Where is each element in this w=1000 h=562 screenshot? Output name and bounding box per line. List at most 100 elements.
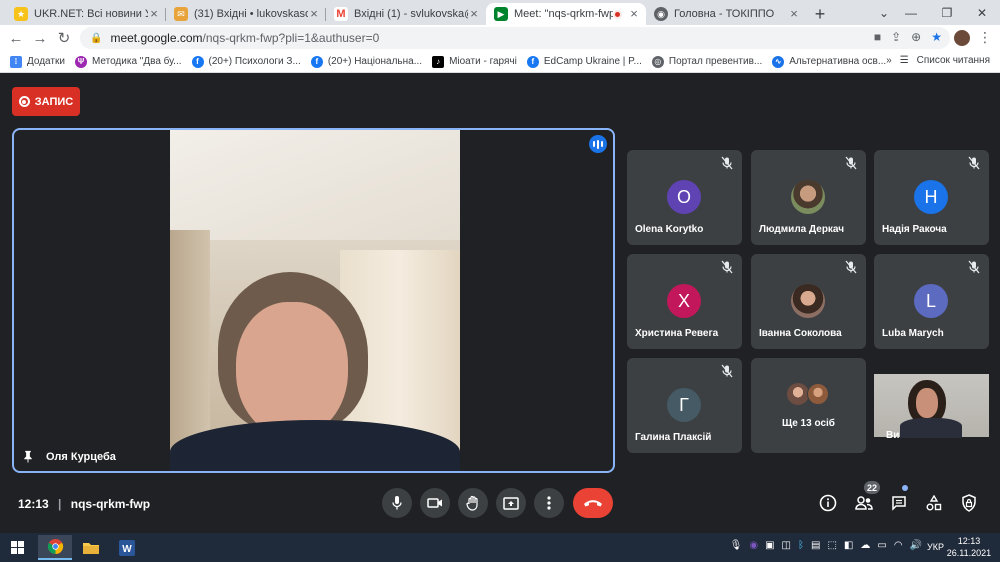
- participant-tile[interactable]: Г Галина Плаксій: [627, 358, 742, 453]
- bookmark-label: (20+) Психологи З...: [208, 56, 301, 67]
- participant-name: Христина Ревега: [635, 328, 719, 339]
- bookmark-alternative[interactable]: ∿ Альтернативна осв...: [772, 55, 886, 68]
- word-icon: W: [119, 539, 135, 556]
- more-options-button[interactable]: [534, 488, 564, 518]
- bookmark-star-icon[interactable]: ★: [931, 30, 942, 44]
- more-bookmarks-icon[interactable]: »: [886, 55, 892, 66]
- bookmark-portal[interactable]: ◎ Портал превентив...: [651, 55, 762, 68]
- app-tray-icon[interactable]: ▣: [765, 540, 774, 551]
- back-button[interactable]: ←: [4, 26, 28, 50]
- chat-icon: [892, 496, 906, 511]
- participant-tile[interactable]: O Olena Korytko: [627, 150, 742, 245]
- tab-gmail[interactable]: M Вхідні (1) - svlukovska@gmail ×: [326, 3, 486, 25]
- taskbar-clock[interactable]: 12:13 26.11.2021: [944, 535, 994, 559]
- host-controls-button[interactable]: [958, 492, 980, 514]
- mic-button[interactable]: [382, 488, 412, 518]
- bookmark-national[interactable]: f (20+) Національна...: [310, 55, 422, 68]
- meet-view: ЗАПИС Оля Курцеба O Olena Korytko Людмил…: [0, 73, 1000, 533]
- battery-icon[interactable]: ▭: [877, 540, 886, 551]
- tab-title: Головна - ТОКІППО: [674, 8, 775, 20]
- bookmark-metodyka[interactable]: Ψ Методика "Два бу...: [74, 55, 182, 68]
- new-tab-button[interactable]: +: [806, 3, 834, 25]
- record-button[interactable]: ЗАПИС: [12, 87, 80, 116]
- share-icon[interactable]: ⇪: [891, 30, 901, 44]
- language-indicator[interactable]: УКР: [927, 542, 944, 552]
- mic-off-icon: [968, 260, 980, 274]
- more-vert-icon: [547, 496, 551, 510]
- more-participants-tile[interactable]: Ще 13 осіб: [751, 358, 866, 453]
- self-video: [874, 374, 989, 438]
- main-speaker-tile[interactable]: Оля Курцеба: [12, 128, 615, 473]
- reading-list-label[interactable]: Список читання: [917, 55, 990, 66]
- bookmark-psychologists[interactable]: f (20+) Психологи З...: [191, 55, 301, 68]
- participant-tile[interactable]: X Христина Ревега: [627, 254, 742, 349]
- tab-ukrnet[interactable]: ★ UKR.NET: Всі новини України ×: [6, 3, 166, 25]
- app-tray-icon[interactable]: ◫: [782, 540, 791, 551]
- people-button[interactable]: [853, 492, 875, 514]
- present-icon: [503, 496, 519, 510]
- camera-button[interactable]: [420, 488, 450, 518]
- app-tray-icon[interactable]: ◧: [844, 540, 853, 551]
- taskbar-chrome[interactable]: [38, 535, 72, 560]
- maximize-button[interactable]: ❐: [929, 0, 965, 25]
- participant-tile[interactable]: Іванна Соколова: [751, 254, 866, 349]
- volume-icon[interactable]: 🔊: [910, 540, 922, 551]
- participant-tile[interactable]: Людмила Деркач: [751, 150, 866, 245]
- bookmark-edcamp[interactable]: f EdCamp Ukraine | P...: [526, 55, 642, 68]
- zoom-icon[interactable]: ⊕: [911, 30, 921, 44]
- app-tray-icon[interactable]: ▤: [811, 540, 820, 551]
- self-label: Ви: [886, 430, 900, 441]
- tab-tokippo[interactable]: ◉ Головна - ТОКІППО ×: [646, 3, 806, 25]
- bluetooth-icon[interactable]: ᛒ: [798, 540, 804, 551]
- mic-off-icon: [721, 156, 733, 170]
- close-tab-icon[interactable]: ×: [788, 7, 800, 20]
- close-tab-icon[interactable]: ×: [468, 7, 480, 20]
- wifi-icon[interactable]: ◠: [894, 540, 903, 551]
- meeting-details-button[interactable]: [817, 492, 839, 514]
- hand-icon: [466, 495, 478, 511]
- camera-icon: [427, 498, 442, 508]
- onedrive-icon[interactable]: ☁: [860, 540, 870, 551]
- address-bar[interactable]: 🔒 meet.google.com/nqs-qrkm-fwp?pli=1&aut…: [80, 27, 950, 49]
- chat-button[interactable]: [888, 492, 910, 514]
- close-tab-icon[interactable]: ×: [308, 7, 320, 20]
- raise-hand-button[interactable]: [458, 488, 488, 518]
- taskbar-explorer[interactable]: [74, 535, 108, 560]
- self-tile[interactable]: Ви: [874, 358, 989, 453]
- app-tray-icon[interactable]: ⬚: [827, 540, 836, 551]
- mic-tray-icon[interactable]: 🎙: [730, 540, 743, 551]
- activities-button[interactable]: [923, 492, 945, 514]
- profile-avatar[interactable]: [954, 30, 970, 46]
- participant-tile[interactable]: H Надія Ракоча: [874, 150, 989, 245]
- globe-icon: ◉: [654, 7, 668, 21]
- minimize-button[interactable]: —: [893, 0, 929, 25]
- reading-list-icon[interactable]: ☰: [900, 55, 909, 66]
- bookmark-apps[interactable]: ⁞ Додатки: [10, 55, 65, 68]
- pin-icon[interactable]: [22, 450, 34, 463]
- reload-button[interactable]: ↻: [52, 26, 76, 50]
- close-tab-icon[interactable]: ×: [148, 7, 160, 20]
- facebook-icon: f: [191, 55, 204, 68]
- forward-button[interactable]: →: [28, 26, 52, 50]
- info-icon: [819, 494, 837, 512]
- leave-call-button[interactable]: [573, 488, 613, 518]
- shield-icon: [962, 494, 976, 512]
- tab-meet[interactable]: ▶ Meet: "nqs-qrkm-fwp" ×: [486, 3, 646, 25]
- chat-notification-dot: [902, 485, 908, 491]
- participant-name: Luba Marych: [882, 328, 944, 339]
- tab-ukr-mail[interactable]: ✉ (31) Вхідні • lukovskaso@ukr ×: [166, 3, 326, 25]
- browser-menu-icon[interactable]: ⋮: [978, 29, 992, 46]
- close-window-button[interactable]: ✕: [964, 0, 1000, 25]
- edu-icon: ∿: [772, 55, 785, 68]
- more-participants-label: Ще 13 осіб: [782, 418, 835, 429]
- viber-icon[interactable]: ◉: [749, 540, 758, 551]
- avatar: O: [667, 180, 701, 214]
- present-button[interactable]: [496, 488, 526, 518]
- start-button[interactable]: [0, 535, 34, 560]
- bookmark-mioaty[interactable]: ♪ Міоати - гарячі: [432, 55, 517, 68]
- camera-icon[interactable]: ■: [874, 30, 881, 44]
- close-tab-icon[interactable]: ×: [628, 7, 640, 20]
- lock-icon: 🔒: [90, 32, 103, 44]
- participant-tile[interactable]: L Luba Marych: [874, 254, 989, 349]
- taskbar-word[interactable]: W: [110, 535, 144, 560]
